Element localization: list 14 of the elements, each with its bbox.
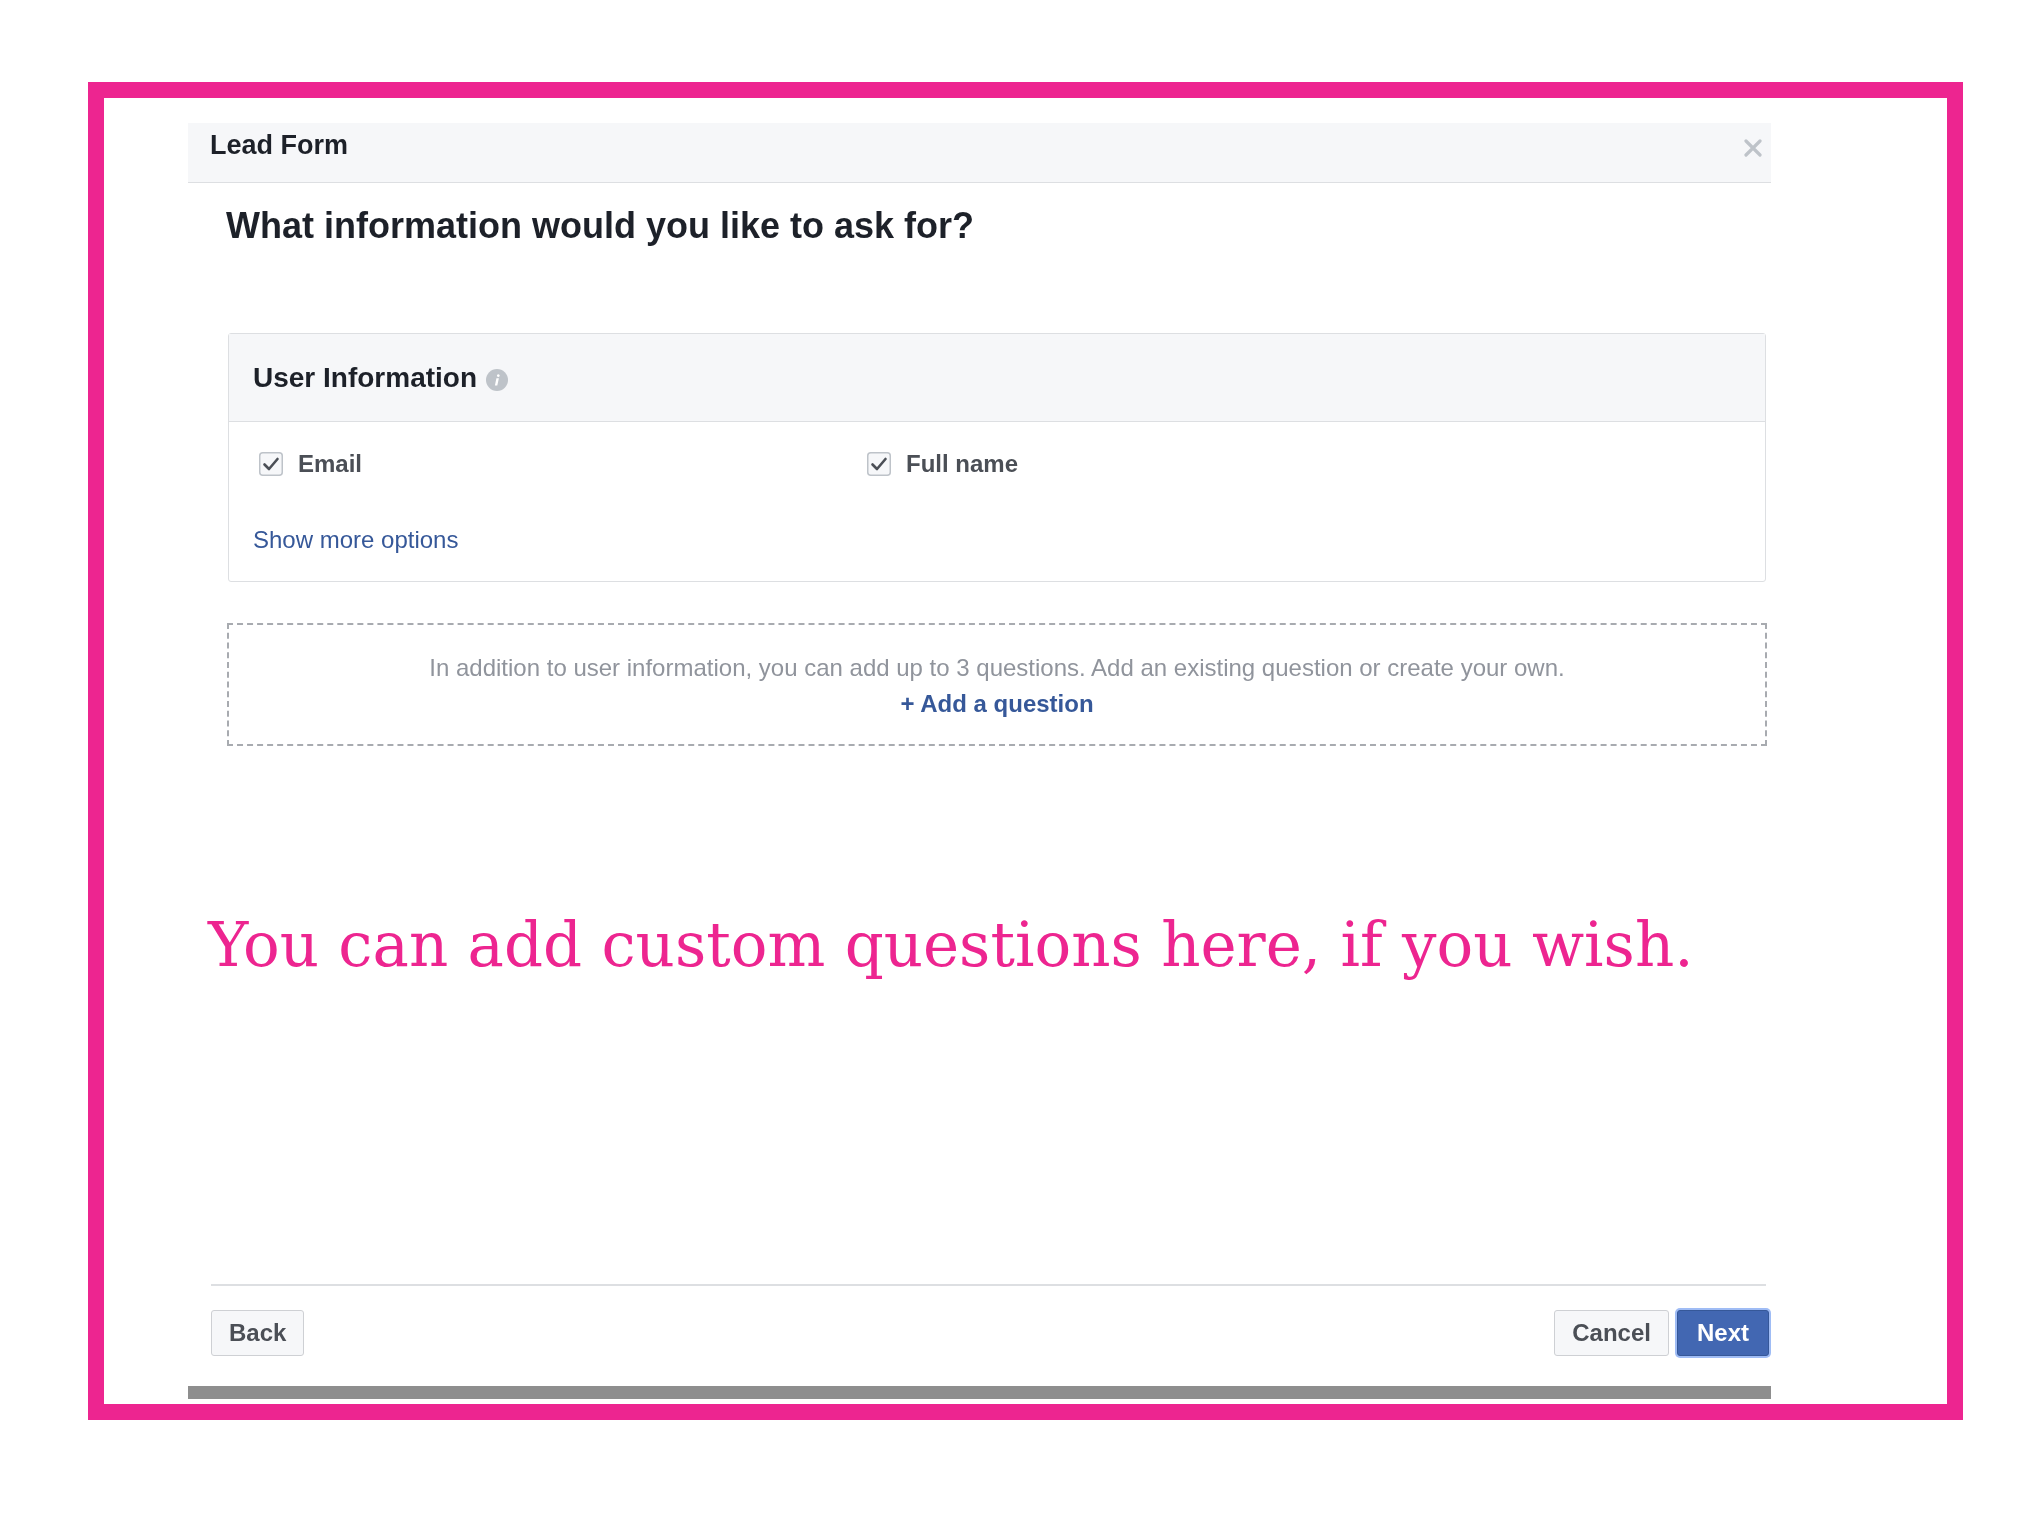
add-question-link[interactable]: + Add a question xyxy=(900,689,1094,719)
info-text: In addition to user information, you can add up to 3 questions. Add an existing question or create your own. xyxy=(429,653,1565,683)
checkbox[interactable] xyxy=(867,452,891,476)
dialog-button[interactable]: Cancel xyxy=(1554,1310,1669,1356)
dialog-button[interactable]: Next xyxy=(1676,1310,1769,1356)
annotation-text: You can add custom questions here, if you wish. xyxy=(208,908,1695,982)
dialog-title: Lead Form xyxy=(210,130,349,161)
checkbox-label[interactable]: Full name xyxy=(906,450,1019,478)
checkbox[interactable] xyxy=(259,452,283,476)
dialog-heading: What information would you like to ask for? xyxy=(226,205,976,247)
checkbox-label[interactable]: Email xyxy=(298,450,363,478)
panel-title: User Information xyxy=(253,361,478,394)
dialog-button[interactable]: Back xyxy=(211,1310,305,1356)
show-more-link[interactable]: Show more options xyxy=(253,526,459,554)
